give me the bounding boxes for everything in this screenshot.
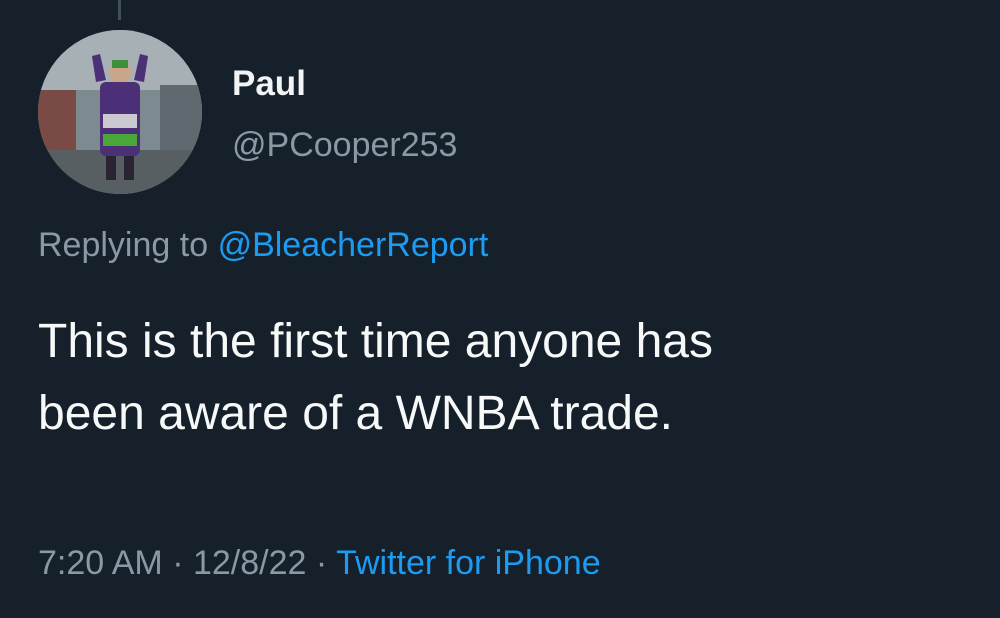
- tweet-source-link[interactable]: Twitter for iPhone: [336, 544, 601, 582]
- tweet-text: This is the first time anyone has been a…: [38, 315, 713, 440]
- author-handle[interactable]: @PCooper253: [232, 128, 457, 162]
- thread-connector-line: [118, 0, 121, 20]
- tweet-date[interactable]: 12/8/22: [193, 544, 306, 582]
- avatar-photo: [38, 30, 202, 194]
- meta-separator: ·: [172, 544, 184, 582]
- author-display-name[interactable]: Paul: [232, 66, 306, 101]
- replying-to-label: Replying to: [38, 226, 209, 264]
- replying-to-line: Replying to @BleacherReport: [38, 228, 488, 262]
- avatar[interactable]: [38, 30, 202, 194]
- meta-separator: ·: [315, 544, 328, 582]
- replying-to-mention-link[interactable]: @BleacherReport: [218, 226, 489, 264]
- tweet-meta: 7:20 AM · 12/8/22 · Twitter for iPhone: [38, 546, 601, 580]
- tweet-time[interactable]: 7:20 AM: [38, 544, 163, 582]
